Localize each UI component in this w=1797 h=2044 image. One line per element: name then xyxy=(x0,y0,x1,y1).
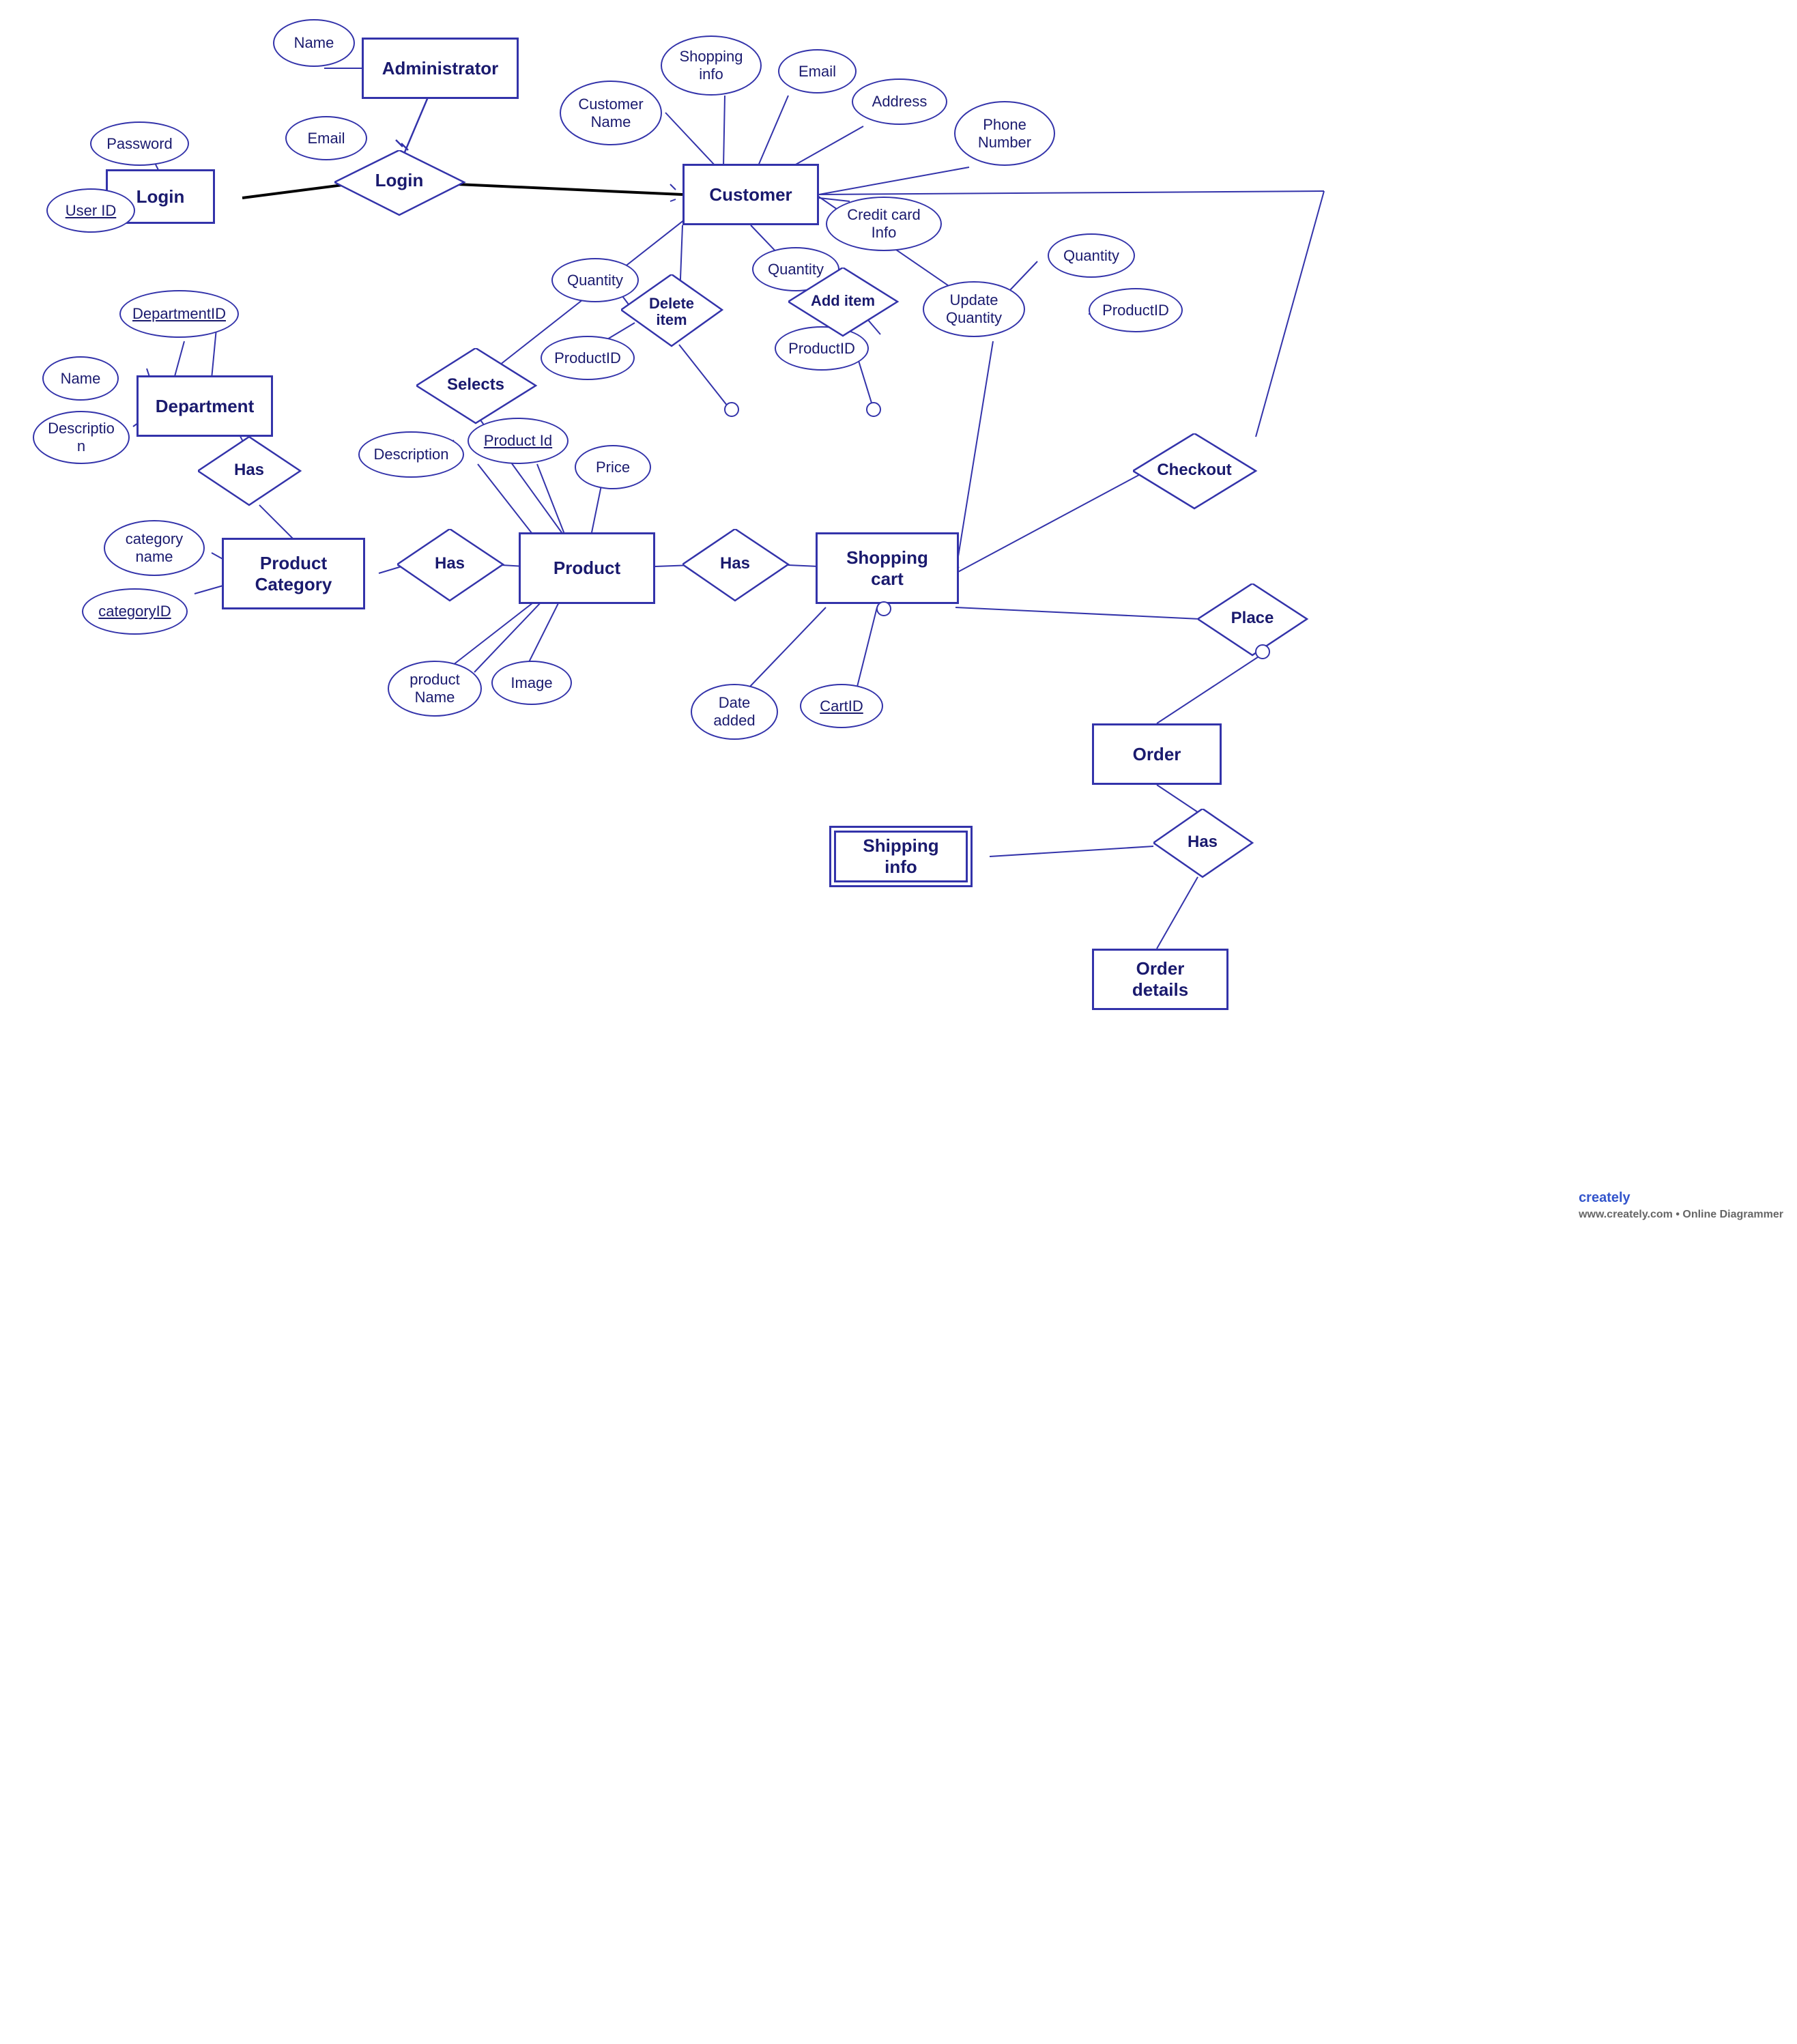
attr-dept-desc: Descriptio n xyxy=(33,411,130,464)
attr-address: Address xyxy=(852,78,947,125)
attr-customer-name: Customer Name xyxy=(560,81,662,145)
svg-text:item: item xyxy=(656,311,687,328)
watermark: creately www.creately.com • Online Diagr… xyxy=(1579,1190,1783,1222)
svg-text:Delete: Delete xyxy=(649,295,694,312)
attr-credit-card: Credit card Info xyxy=(826,197,942,251)
circle-cart-bottom xyxy=(876,601,892,617)
attr-admin-name: Name xyxy=(273,19,355,67)
attr-user-id: User ID xyxy=(46,188,135,233)
attr-admin-email: Email xyxy=(285,116,367,160)
svg-text:Has: Has xyxy=(435,554,465,573)
svg-text:Add item: Add item xyxy=(811,292,875,309)
attr-shopping-info: Shopping info xyxy=(661,35,762,96)
svg-text:Login: Login xyxy=(375,170,424,190)
attr-password: Password xyxy=(90,121,189,166)
attr-dept-name: Name xyxy=(42,356,119,401)
entity-administrator: Administrator xyxy=(362,38,519,99)
diagram-container: Administrator Login Login Customer Depar… xyxy=(0,0,1797,1235)
circle-place-order xyxy=(1254,644,1271,660)
relationship-add-item: Add item xyxy=(788,268,1797,1503)
svg-text:Has: Has xyxy=(234,461,264,479)
circle-delete-cart xyxy=(723,401,740,418)
svg-text:Selects: Selects xyxy=(447,375,504,394)
entity-customer: Customer xyxy=(682,164,819,225)
attr-phone-number: Phone Number xyxy=(954,101,1055,166)
attr-cat-id: categoryID xyxy=(82,588,188,635)
attr-cat-name: category name xyxy=(104,520,205,576)
entity-department: Department xyxy=(136,375,273,437)
attr-customer-email: Email xyxy=(778,49,857,93)
circle-add-cart xyxy=(865,401,882,418)
attr-dept-id: DepartmentID xyxy=(119,290,239,338)
